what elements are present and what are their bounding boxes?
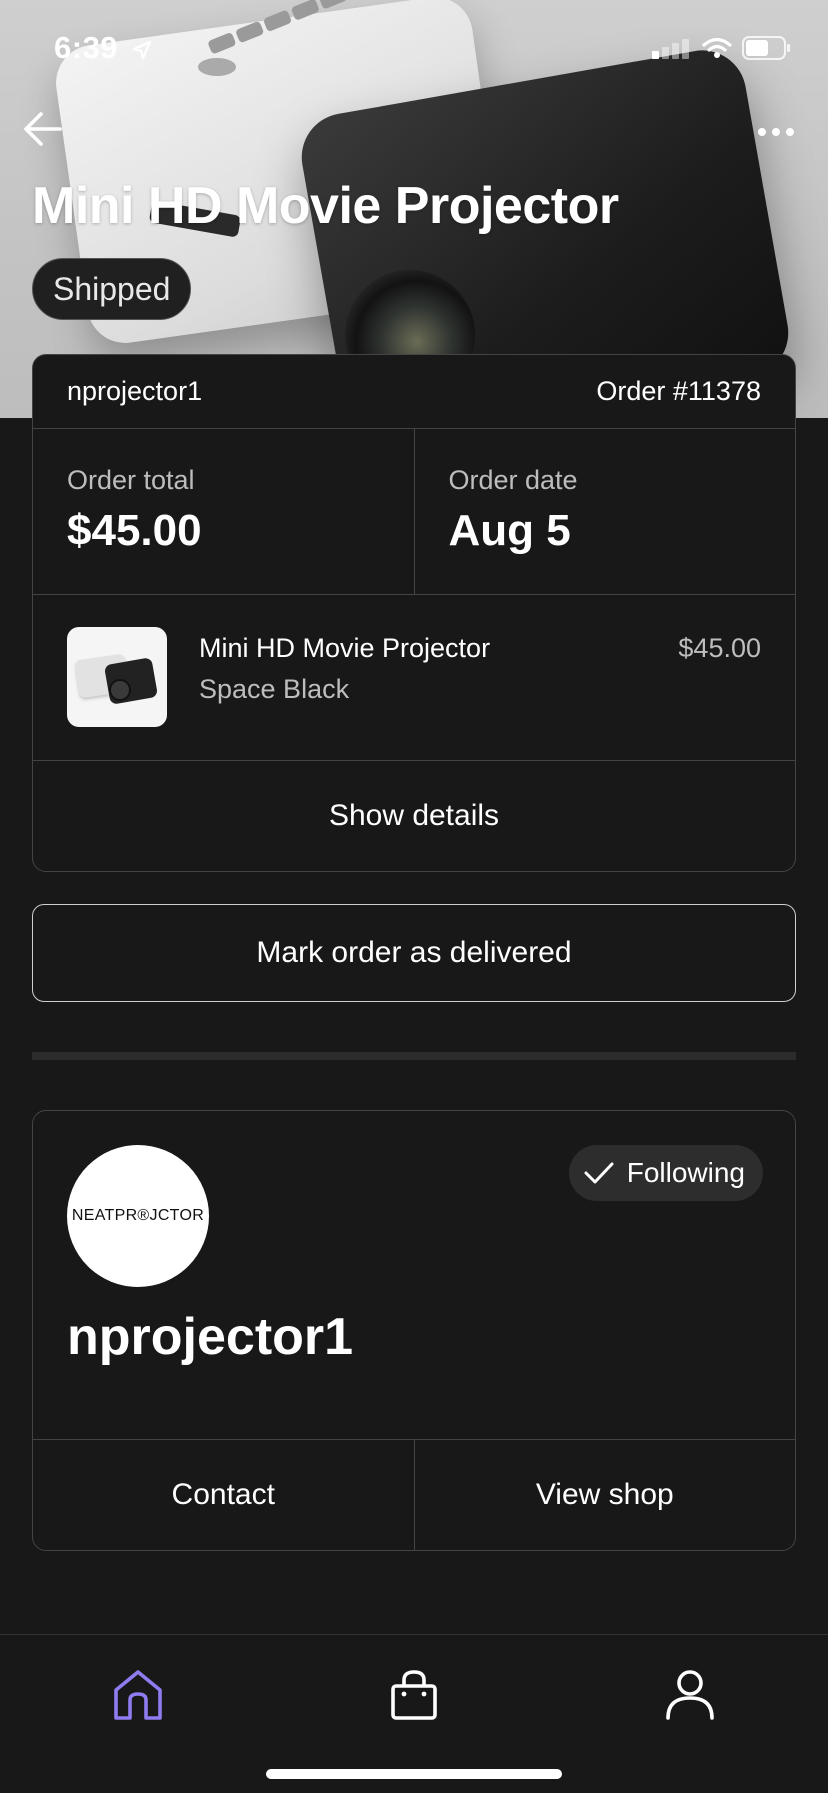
status-badge: Shipped xyxy=(32,258,192,320)
shop-name: nprojector1 xyxy=(67,1308,354,1366)
shop-card: NEATPR®JCTOR Following nprojector1 Conta… xyxy=(32,1110,796,1551)
order-total-label: Order total xyxy=(67,465,195,495)
battery-icon xyxy=(742,36,790,60)
following-button[interactable]: Following xyxy=(568,1145,763,1201)
item-variant: Space Black xyxy=(199,674,350,704)
section-divider xyxy=(32,1052,796,1060)
order-summary-card: nprojector1 Order #11378 Order total $45… xyxy=(32,354,796,872)
tab-profile[interactable] xyxy=(650,1655,730,1735)
order-number: Order #11378 xyxy=(596,376,761,406)
checkmark-icon xyxy=(584,1162,614,1184)
wifi-icon xyxy=(702,37,732,58)
following-label: Following xyxy=(626,1157,745,1188)
mark-delivered-button[interactable]: Mark order as delivered xyxy=(32,904,796,1002)
order-date-cell: Order date Aug 5 xyxy=(413,429,796,594)
shop-logo-text: NEATPR®JCTOR xyxy=(71,1207,205,1224)
order-total-value: $45.00 xyxy=(67,506,202,555)
profile-icon xyxy=(666,1670,714,1720)
tab-purchases[interactable] xyxy=(374,1655,454,1735)
page-title: Mini HD Movie Projector xyxy=(32,177,619,235)
order-header-row: nprojector1 Order #11378 xyxy=(33,355,795,429)
item-name: Mini HD Movie Projector xyxy=(199,633,491,663)
home-indicator xyxy=(266,1769,562,1779)
view-shop-button[interactable]: View shop xyxy=(413,1440,796,1550)
shop-username: nprojector1 xyxy=(67,376,203,406)
order-totals-row: Order total $45.00 Order date Aug 5 xyxy=(33,429,795,595)
order-item-row[interactable]: Mini HD Movie Projector Space Black $45.… xyxy=(33,595,795,761)
order-total-cell: Order total $45.00 xyxy=(33,429,414,594)
shop-avatar[interactable]: NEATPR®JCTOR xyxy=(67,1145,209,1287)
contact-button[interactable]: Contact xyxy=(33,1440,414,1550)
tab-home[interactable] xyxy=(98,1655,178,1735)
order-date-label: Order date xyxy=(448,465,578,495)
status-icons xyxy=(652,36,792,60)
order-date-value: Aug 5 xyxy=(448,506,571,555)
location-arrow-icon xyxy=(132,40,152,60)
home-icon xyxy=(114,1670,162,1720)
shopping-bag-icon xyxy=(391,1670,437,1720)
show-details-button[interactable]: Show details xyxy=(33,761,795,871)
bottom-tab-bar xyxy=(0,1634,828,1793)
back-button[interactable] xyxy=(22,108,64,155)
more-options-button[interactable] xyxy=(756,118,796,151)
arrow-left-icon xyxy=(24,112,62,146)
item-thumbnail xyxy=(67,627,167,727)
item-price: $45.00 xyxy=(678,633,761,663)
ellipsis-icon xyxy=(758,128,794,136)
shop-actions: Contact View shop xyxy=(33,1439,795,1550)
cellular-signal-icon xyxy=(652,37,692,59)
status-time: 6:39 xyxy=(54,30,119,65)
